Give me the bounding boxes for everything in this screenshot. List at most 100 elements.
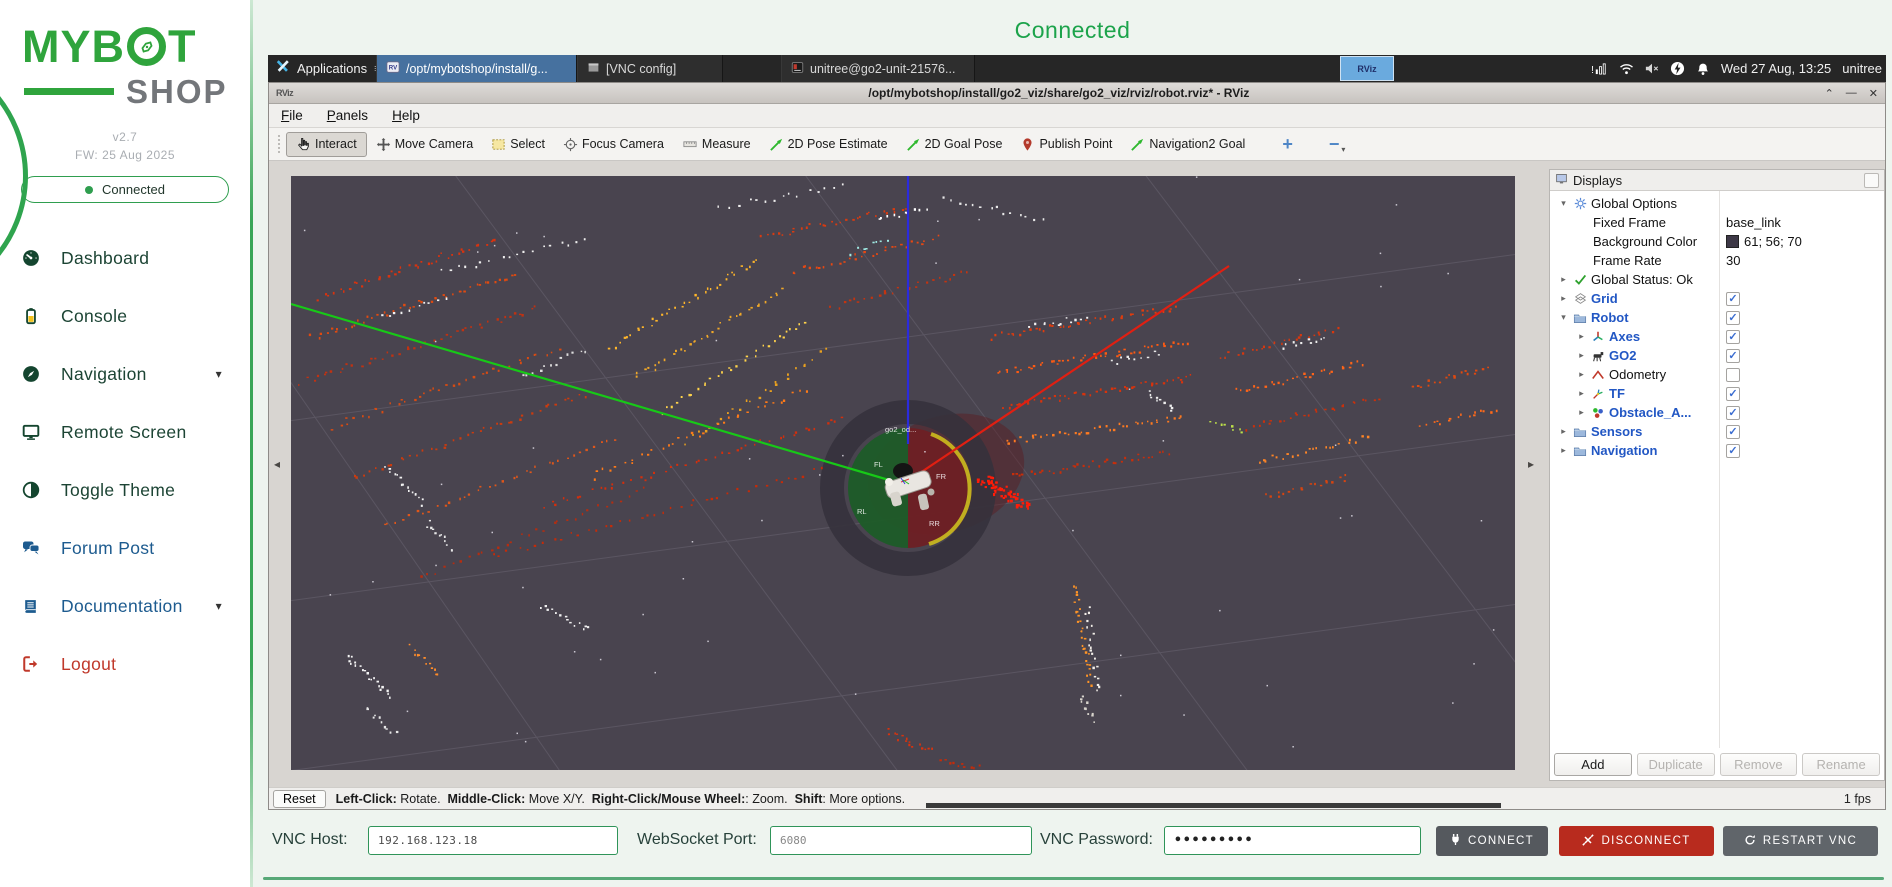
power-manager-icon[interactable] [1670, 61, 1685, 76]
taskbar-window-1[interactable]: [VNC config] [577, 55, 723, 82]
sidebar-item-toggle-theme[interactable]: Toggle Theme [0, 461, 250, 519]
expander-icon[interactable]: ▸ [1558, 426, 1569, 437]
enable-checkbox[interactable]: ✓ [1726, 311, 1740, 325]
applications-menu[interactable]: Applications ≡ [276, 55, 381, 82]
display-row-tf[interactable]: ▸TF✓ [1550, 384, 1884, 403]
vnc-password-input[interactable] [1164, 826, 1421, 855]
enable-checkbox[interactable]: ✓ [1726, 349, 1740, 363]
menu-file[interactable]: File [281, 108, 303, 123]
terminal-icon [791, 61, 804, 77]
expander-icon[interactable]: ▸ [1576, 388, 1587, 399]
display-row-frame-rate[interactable]: Frame Rate30 [1550, 251, 1884, 270]
property-value[interactable]: 30 [1726, 253, 1740, 268]
tool-navigation2-goal[interactable]: Navigation2 Goal [1121, 133, 1254, 156]
menu-help[interactable]: Help [392, 108, 420, 123]
displays-panel-header[interactable]: Displays [1550, 170, 1884, 191]
connect-button[interactable]: CONNECT [1436, 826, 1548, 856]
horizontal-scrollbar[interactable] [926, 803, 1501, 808]
collapse-left-panel-icon[interactable]: ◂ [274, 457, 280, 471]
toolbar-drag-handle[interactable] [278, 135, 283, 153]
rviz-3d-viewport[interactable]: go2_od...FLFRRLRR [291, 176, 1515, 770]
enable-checkbox[interactable]: ✓ [1726, 425, 1740, 439]
menu-panels[interactable]: Panels [327, 108, 368, 123]
expander-icon[interactable]: ▾ [1558, 312, 1569, 323]
tool-select[interactable]: Select [482, 133, 554, 156]
enable-checkbox[interactable]: ✓ [1726, 444, 1740, 458]
disconnect-button[interactable]: DISCONNECT [1559, 826, 1714, 856]
sidebar-item-console[interactable]: Console [0, 287, 250, 345]
tool-interact[interactable]: Interact [286, 132, 367, 157]
expander-icon[interactable]: ▸ [1576, 369, 1587, 380]
display-row-obstacle-a[interactable]: ▸Obstacle_A...✓ [1550, 403, 1884, 422]
display-row-background-color[interactable]: Background Color61; 56; 70 [1550, 232, 1884, 251]
sidebar-item-documentation[interactable]: Documentation ▾ [0, 577, 250, 635]
expander-icon[interactable]: ▸ [1558, 445, 1569, 456]
sidebar-item-logout[interactable]: Logout [0, 635, 250, 693]
chevron-down-icon: ▾ [216, 599, 222, 613]
reset-button[interactable]: Reset [273, 790, 326, 808]
minimize-window-icon[interactable]: — [1846, 87, 1857, 100]
notifications-bell-icon[interactable] [1696, 62, 1710, 76]
sidebar-item-label: Documentation [61, 596, 183, 617]
websocket-port-input[interactable] [770, 826, 1032, 855]
tool-2d-goal-pose[interactable]: 2D Goal Pose [897, 133, 1012, 156]
tool-dropdown-caret-icon[interactable]: ▾ [1341, 145, 1345, 154]
disconnect-button-label: DISCONNECT [1601, 835, 1690, 847]
display-row-go2[interactable]: ▸GO2✓ [1550, 346, 1884, 365]
expander-icon[interactable]: ▸ [1576, 407, 1587, 418]
sidebar-item-forum-post[interactable]: Forum Post [0, 519, 250, 577]
tool-measure[interactable]: Measure [673, 133, 760, 155]
sidebar-item-dashboard[interactable]: Dashboard [0, 229, 250, 287]
enable-checkbox[interactable]: ✓ [1726, 387, 1740, 401]
add-tool-button[interactable]: + [1282, 134, 1293, 155]
sidebar-item-navigation[interactable]: Navigation▾ [0, 345, 250, 403]
tool-2d-pose-estimate[interactable]: 2D Pose Estimate [760, 133, 897, 156]
property-value[interactable]: base_link [1726, 215, 1781, 230]
shade-window-icon[interactable]: ⌃ [1825, 87, 1834, 100]
taskbar-window-2[interactable]: unitree@go2-unit-21576... [781, 55, 975, 82]
property-value[interactable]: 61; 56; 70 [1744, 234, 1802, 249]
enable-checkbox[interactable]: ✓ [1726, 330, 1740, 344]
display-row-odometry[interactable]: ▸Odometry [1550, 365, 1884, 384]
display-row-robot[interactable]: ▾Robot✓ [1550, 308, 1884, 327]
display-row-grid[interactable]: ▸ Grid ✓ [1550, 289, 1884, 308]
remove-tool-button[interactable]: − [1329, 134, 1340, 155]
expander-icon[interactable]: ▸ [1558, 293, 1569, 304]
display-row-navigation[interactable]: ▸Navigation✓ [1550, 441, 1884, 460]
enable-checkbox[interactable]: ✓ [1726, 406, 1740, 420]
display-row-global-options[interactable]: ▾Global Options [1550, 194, 1884, 213]
close-window-icon[interactable]: ✕ [1869, 87, 1878, 100]
status-pill-label: Connected [102, 182, 165, 197]
taskbar-window-0[interactable]: RV/opt/mybotshop/install/g... [376, 55, 577, 82]
connection-status-pill[interactable]: Connected [21, 176, 229, 203]
display-label: Grid [1591, 291, 1618, 306]
expander-icon[interactable]: ▸ [1576, 331, 1587, 342]
expander-icon[interactable]: ▸ [1576, 350, 1587, 361]
enable-checkbox[interactable] [1726, 368, 1740, 382]
display-row-global-status-ok[interactable]: ▸Global Status: Ok [1550, 270, 1884, 289]
restart-vnc-button[interactable]: RESTART VNC [1723, 826, 1878, 856]
tool-move-camera[interactable]: Move Camera [367, 133, 483, 156]
add-button[interactable]: Add [1554, 753, 1632, 776]
panel-close-button[interactable] [1864, 173, 1879, 188]
tool-publish-point[interactable]: Publish Point [1011, 133, 1121, 156]
display-row-fixed-frame[interactable]: Fixed Framebase_link [1550, 213, 1884, 232]
restart-icon [1744, 834, 1756, 849]
network-signal-icon[interactable]: ! [1591, 62, 1608, 75]
tool-focus-camera[interactable]: Focus Camera [554, 133, 673, 156]
enable-checkbox[interactable]: ✓ [1726, 292, 1740, 306]
vnc-connection-form: VNC Host: WebSocket Port: VNC Password: … [268, 824, 1886, 860]
color-swatch[interactable] [1726, 235, 1739, 248]
sidebar-item-remote-screen[interactable]: Remote Screen [0, 403, 250, 461]
volume-muted-icon[interactable] [1645, 63, 1659, 74]
clock[interactable]: Wed 27 Aug, 13:25 [1721, 61, 1831, 76]
expander-icon[interactable]: ▸ [1558, 274, 1569, 285]
vnc-host-input[interactable] [368, 826, 618, 855]
display-row-sensors[interactable]: ▸Sensors✓ [1550, 422, 1884, 441]
wifi-icon[interactable] [1619, 63, 1634, 75]
display-row-axes[interactable]: ▸Axes✓ [1550, 327, 1884, 346]
expander-icon[interactable]: ▾ [1558, 198, 1569, 209]
rviz-tray-button[interactable]: RViz [1340, 56, 1394, 81]
collapse-right-panel-icon[interactable]: ▸ [1528, 457, 1534, 471]
rviz-titlebar[interactable]: RViz /opt/mybotshop/install/go2_viz/shar… [269, 83, 1885, 104]
